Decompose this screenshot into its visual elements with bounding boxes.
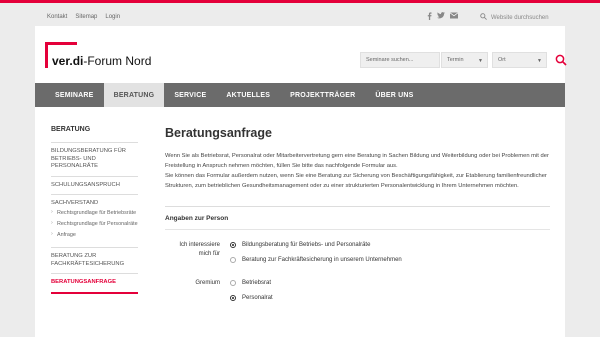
radio-button[interactable] (230, 242, 236, 249)
sidebar-subitem-rechtsgrundlage-personalraete[interactable]: Rechtsgrundlage für Personalräte (51, 220, 138, 228)
seminar-search-input[interactable]: Seminare suchen... (360, 52, 440, 68)
link-kontakt[interactable]: Kontakt (47, 14, 67, 20)
sidebar-item-fachkraeftesicherung[interactable]: BERATUNG ZUR FACHKRÄFTESICHERUNG (51, 248, 138, 275)
chevron-down-icon: ▼ (537, 58, 542, 64)
twitter-icon[interactable] (437, 12, 445, 20)
radio-button[interactable] (230, 295, 236, 302)
seminar-search-form: Seminare suchen... Termin ▼ Ort ▼ (360, 52, 569, 68)
interest-options: Bildungsberatung für Betriebs- und Perso… (230, 241, 550, 271)
termin-select-value: Termin (447, 57, 464, 63)
option-label: Personalrat (242, 295, 273, 302)
divider (165, 228, 550, 230)
nav-ueber-uns[interactable]: ÜBER UNS (365, 83, 423, 107)
sidebar-item-sachverstand[interactable]: SACHVERSTAND (51, 200, 138, 206)
gremium-label: Gremium (195, 279, 220, 286)
sidebar-item-bildungsberatung[interactable]: BILDUNGSBERATUNG FÜR BETRIEBS- UND PERSO… (51, 143, 138, 177)
utility-links: Kontakt Sitemap Login (47, 14, 120, 20)
main-content: Beratungsanfrage Wenn Sie als Betriebsra… (165, 126, 550, 309)
mail-icon[interactable] (450, 12, 458, 20)
radio-button[interactable] (230, 280, 236, 287)
sidebar-title: BERATUNG (51, 126, 138, 143)
interest-label: Ich interessiere mich für (179, 241, 220, 257)
ort-select[interactable]: Ort ▼ (492, 52, 547, 68)
interest-field: Ich interessiere mich für Bildungsberatu… (165, 241, 550, 271)
intro-paragraph-2: Sie können das Formular außerdem nutzen,… (165, 172, 547, 189)
intro-paragraph-1: Wenn Sie als Betriebsrat, Personalrat od… (165, 153, 549, 169)
utility-bar: Kontakt Sitemap Login Website durchsuche… (35, 10, 565, 26)
gremium-option-betriebsrat[interactable]: Betriebsrat (230, 279, 550, 288)
link-sitemap[interactable]: Sitemap (75, 14, 97, 20)
ort-select-value: Ort (498, 57, 506, 63)
interest-option-fachkraeftesicherung[interactable]: Beratung zur Fachkräftesicherung in unse… (230, 256, 550, 265)
site-header: ver.di-Forum Nord Seminare suchen... Ter… (35, 26, 567, 83)
sidebar-navigation: BERATUNG BILDUNGSBERATUNG FÜR BETRIEBS- … (51, 126, 138, 294)
termin-select[interactable]: Termin ▼ (441, 52, 488, 68)
radio-button[interactable] (230, 257, 236, 264)
page-title: Beratungsanfrage (165, 126, 272, 140)
chevron-down-icon: ▼ (478, 58, 483, 64)
site-search[interactable]: Website durchsuchen (480, 13, 549, 22)
section-heading: Angaben zur Person (165, 214, 229, 222)
top-accent-line (0, 0, 600, 3)
page-container: ver.di-Forum Nord Seminare suchen... Ter… (35, 26, 567, 337)
interest-option-bildungsberatung[interactable]: Bildungsberatung für Betriebs- und Perso… (230, 241, 550, 250)
option-label: Betriebsrat (242, 280, 272, 287)
verdi-forum-nord-logo[interactable]: ver.di-Forum Nord (45, 36, 165, 70)
site-search-label: Website durchsuchen (491, 14, 549, 21)
nav-beratung[interactable]: BERATUNG (103, 83, 165, 107)
nav-seminare[interactable]: SEMINARE (45, 83, 104, 107)
gremium-option-personalrat[interactable]: Personalrat (230, 294, 550, 303)
sidebar-item-beratungsanfrage[interactable]: BERATUNGSANFRAGE (51, 274, 138, 294)
sidebar-subitem-rechtsgrundlage-betriebsraete[interactable]: Rechtsgrundlage für Betriebsräte (51, 209, 138, 217)
nav-service[interactable]: SERVICE (164, 83, 216, 107)
social-links (427, 12, 458, 20)
divider (165, 205, 550, 207)
gremium-field: Gremium Betriebsrat Personalrat (165, 279, 550, 309)
nav-aktuelles[interactable]: AKTUELLES (216, 83, 280, 107)
sidebar-subitem-anfrage[interactable]: Anfrage (51, 231, 138, 239)
intro-text: Wenn Sie als Betriebsrat, Personalrat od… (165, 152, 550, 192)
seminar-search-placeholder: Seminare suchen... (366, 57, 414, 63)
sidebar-group-sachverstand: SACHVERSTAND Rechtsgrundlage für Betrieb… (51, 195, 138, 249)
option-label: Beratung zur Fachkräftesicherung in unse… (242, 257, 402, 264)
sidebar-item-schulungsanspruch[interactable]: SCHULUNGSANSPRUCH (51, 177, 138, 196)
logo-text: ver.di-Forum Nord (52, 54, 154, 68)
nav-projekttraeger[interactable]: PROJEKTTRÄGER (280, 83, 365, 107)
seminar-search-button[interactable] (553, 52, 569, 68)
search-icon (555, 54, 567, 66)
option-label: Bildungsberatung für Betriebs- und Perso… (242, 242, 371, 249)
facebook-icon[interactable] (427, 12, 432, 20)
link-login[interactable]: Login (105, 14, 120, 20)
gremium-options: Betriebsrat Personalrat (230, 279, 550, 309)
main-navigation: SEMINARE BERATUNG SERVICE AKTUELLES PROJ… (35, 83, 565, 107)
magnifier-icon (480, 13, 487, 22)
